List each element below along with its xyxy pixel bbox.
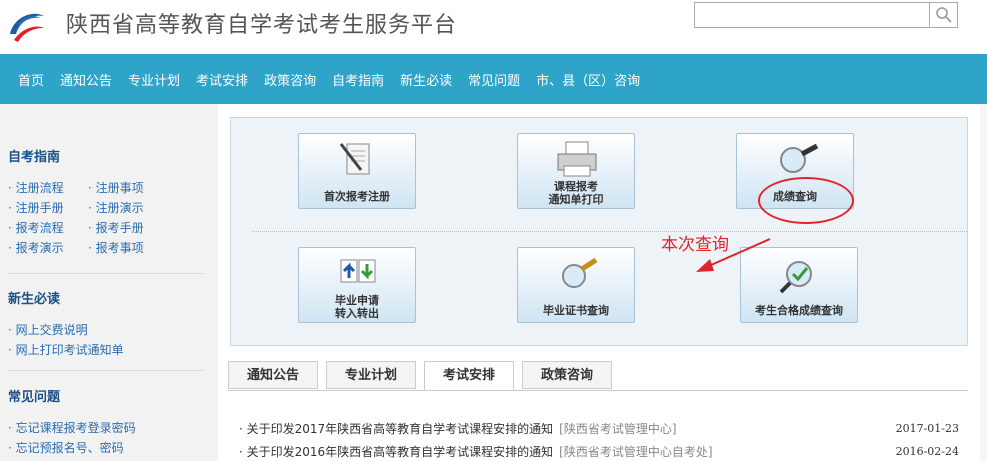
certificate-query-tile[interactable]: 毕业证书查询 <box>517 247 635 323</box>
sidebar-links-guide: · 注册流程 · 注册事项 · 注册手册 · 注册演示 · 报考流程 · 报考手… <box>8 179 204 256</box>
news-source: [陕西省考试管理中心] <box>559 421 677 436</box>
nav-item-new-student[interactable]: 新生必读 <box>392 70 460 89</box>
tile-label: 转入转出 <box>335 307 379 320</box>
tab-underline <box>228 390 968 391</box>
sidebar-link[interactable]: · 注册事项 <box>88 179 198 196</box>
search-input[interactable] <box>694 2 930 28</box>
tab-major-plan[interactable]: 专业计划 <box>326 361 416 389</box>
news-title[interactable]: · 关于印发2017年陕西省高等教育自学考试课程安排的通知 <box>239 420 553 437</box>
nav-item-faq[interactable]: 常见问题 <box>460 70 528 89</box>
sidebar-links-faq: · 忘记课程报考登录密码 · 忘记预报名号、密码 <box>8 419 204 456</box>
sidebar-heading-new-student: 新生必读 <box>8 292 61 307</box>
sidebar-heading-guide: 自考指南 <box>8 150 61 165</box>
tile-label: 课程报考 <box>554 180 598 193</box>
tab-exam-schedule[interactable]: 考试安排 <box>424 361 514 391</box>
sidebar-links-new-student: · 网上交费说明 · 网上打印考试通知单 <box>8 321 204 358</box>
nav-item-home[interactable]: 首页 <box>10 70 52 89</box>
sidebar-heading-faq: 常见问题 <box>8 390 61 405</box>
sidebar-divider <box>8 273 204 274</box>
annotation-ellipse <box>758 177 854 224</box>
search-icon <box>935 7 952 23</box>
nav-item-notice[interactable]: 通知公告 <box>52 70 120 89</box>
first-register-tile[interactable]: 首次报考注册 <box>298 133 416 209</box>
tab-notice[interactable]: 通知公告 <box>228 361 318 389</box>
panel-divider <box>252 231 967 232</box>
magnifier-icon <box>562 257 598 288</box>
graduation-apply-tile[interactable]: 毕业申请 转入转出 <box>298 247 416 323</box>
sidebar-link[interactable]: · 网上交费说明 <box>8 321 204 338</box>
news-date: 2016-02-24 <box>895 444 959 458</box>
annotation-arrow-icon <box>696 238 771 272</box>
tile-label: 毕业证书查询 <box>543 304 609 317</box>
list-item[interactable]: · 关于印发2017年陕西省高等教育自学考试课程安排的通知 [陕西省考试管理中心… <box>239 420 959 436</box>
sidebar-section-faq: 常见问题 · 忘记课程报考登录密码 · 忘记预报名号、密码 <box>8 386 204 456</box>
sidebar-section-guide: 自考指南 · 注册流程 · 注册事项 · 注册手册 · 注册演示 · 报考流程 … <box>8 146 204 256</box>
main-nav: 首页 通知公告 专业计划 考试安排 政策咨询 自考指南 新生必读 常见问题 市、… <box>0 54 987 104</box>
tile-label: 通知单打印 <box>548 193 604 206</box>
header: 陕西省高等教育自学考试考生服务平台 <box>0 0 987 52</box>
sidebar-section-new-student: 新生必读 · 网上交费说明 · 网上打印考试通知单 <box>8 288 204 358</box>
tile-label: 首次报考注册 <box>324 190 390 203</box>
printer-icon <box>557 141 597 177</box>
nav-item-major-plan[interactable]: 专业计划 <box>120 70 188 89</box>
news-date: 2017-01-23 <box>895 421 959 435</box>
search-button[interactable] <box>930 2 958 28</box>
document-pen-icon <box>339 143 370 175</box>
tab-policy[interactable]: 政策咨询 <box>522 361 612 389</box>
sidebar-link[interactable]: · 报考手册 <box>88 219 198 236</box>
magnifier-icon <box>780 143 819 173</box>
tile-label: 考生合格成绩查询 <box>755 304 843 317</box>
news-title[interactable]: · 关于印发2016年陕西省高等教育自学考试课程安排的通知 <box>239 443 553 460</box>
site-title: 陕西省高等教育自学考试考生服务平台 <box>66 13 458 38</box>
sidebar-link[interactable]: · 注册手册 <box>8 199 88 216</box>
nav-item-exam-schedule[interactable]: 考试安排 <box>188 70 256 89</box>
sidebar-link[interactable]: · 报考演示 <box>8 239 88 256</box>
scrollbar-track[interactable] <box>980 104 987 461</box>
nav-item-guide[interactable]: 自考指南 <box>324 70 392 89</box>
transfer-arrows-icon <box>340 259 376 283</box>
tile-label: 毕业申请 <box>335 294 379 307</box>
nav-item-city-consult[interactable]: 市、县（区）咨询 <box>528 70 648 89</box>
news-source: [陕西省考试管理中心自考处] <box>559 444 713 459</box>
sidebar-link[interactable]: · 忘记课程报考登录密码 <box>8 419 204 436</box>
sidebar-link[interactable]: · 网上打印考试通知单 <box>8 341 204 358</box>
list-item[interactable]: · 关于印发2016年陕西省高等教育自学考试课程安排的通知 [陕西省考试管理中心… <box>239 443 959 459</box>
nav-item-policy[interactable]: 政策咨询 <box>256 70 324 89</box>
sidebar-link[interactable]: · 注册流程 <box>8 179 88 196</box>
course-notice-print-tile[interactable]: 课程报考 通知单打印 <box>517 133 635 209</box>
sidebar-link[interactable]: · 忘记预报名号、密码 <box>8 439 204 456</box>
sidebar-link[interactable]: · 注册演示 <box>88 199 198 216</box>
sidebar-divider <box>8 370 204 371</box>
logo-icon <box>10 13 44 42</box>
sidebar-link[interactable]: · 报考事项 <box>88 239 198 256</box>
sidebar-link[interactable]: · 报考流程 <box>8 219 88 236</box>
